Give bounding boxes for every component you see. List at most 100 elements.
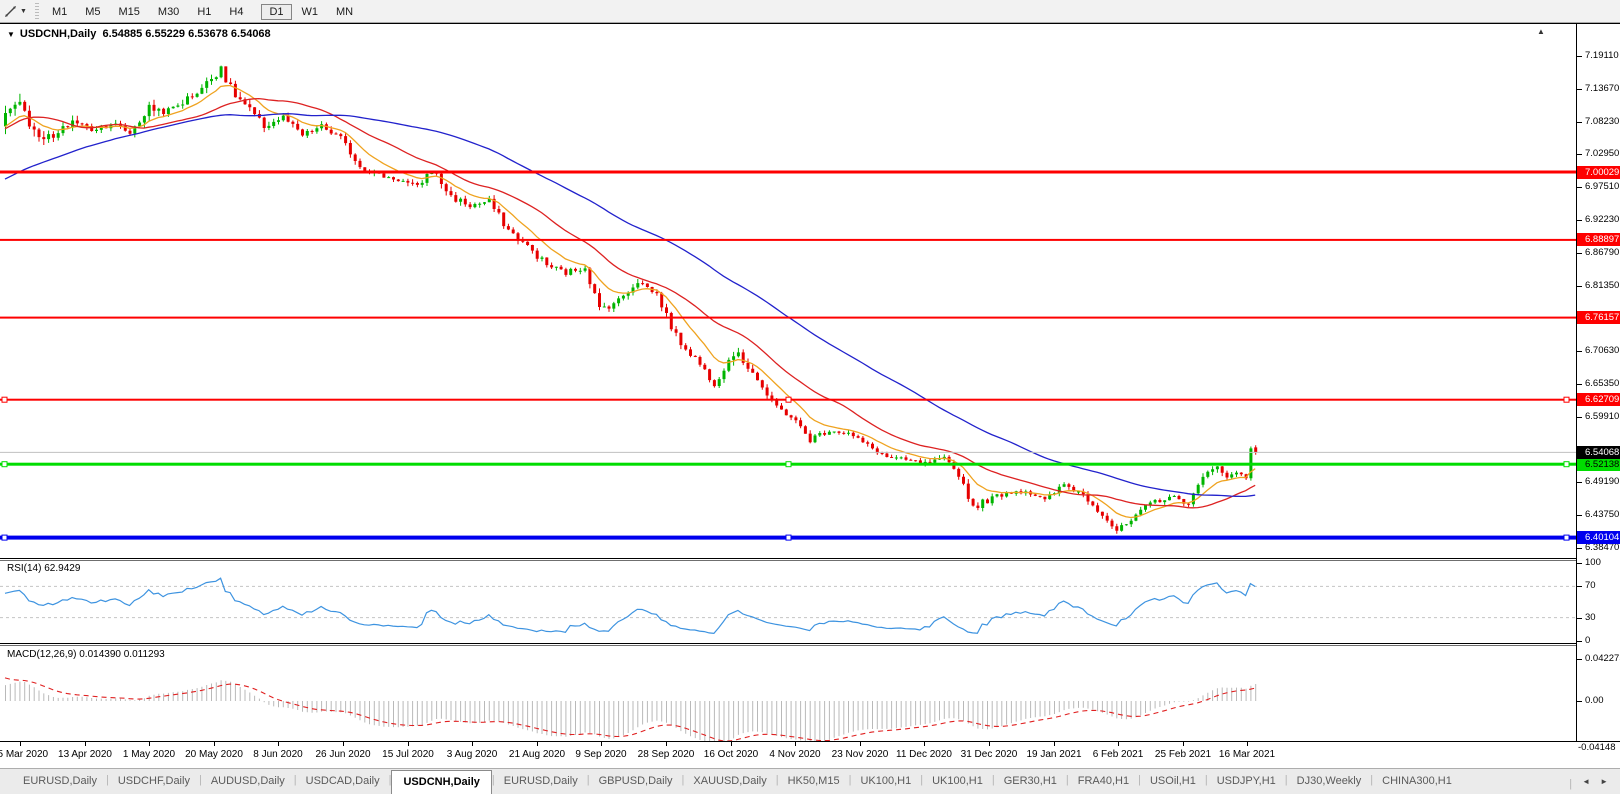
timeframe-button-D1[interactable]: D1 [261,4,292,20]
time-tick [666,742,667,746]
h-line-price-label: 6.62709 [1577,393,1620,406]
price-tick-label: 6.59910 [1577,411,1619,423]
time-tick-label: 25 Mar 2020 [0,749,49,760]
h-line-6.88897[interactable] [0,238,1576,241]
h-line-price-label: 6.76157 [1577,311,1620,324]
tab-scroll-buttons: | ◄ ► [1557,769,1620,794]
time-tick-label: 31 Dec 2020 [960,749,1018,760]
time-tick-label: 25 Feb 2021 [1154,749,1212,760]
time-tick [989,742,990,746]
price-tick-label: 6.97510 [1577,181,1619,193]
time-tick [924,742,925,746]
chart-tab-XAUUSD-Daily[interactable]: XAUUSD,Daily [684,769,775,794]
chart-tab-GBPUSD-Daily[interactable]: GBPUSD,Daily [590,769,682,794]
timeframe-buttons: M1 M5 M15 M30 H1 H4 D1 W1 MN [43,2,362,20]
time-tick [472,742,473,746]
chart-tab-GER30-H1[interactable]: GER30,H1 [995,769,1066,794]
tabs-scroll-left-icon[interactable]: ◄ [1582,777,1590,786]
h-line-price-label: 6.40104 [1577,531,1620,544]
time-tick [343,742,344,746]
chart-tab-EURUSD-Daily[interactable]: EURUSD,Daily [14,769,106,794]
chart-title-caret-icon: ▼ [7,30,15,39]
h-line-handle[interactable] [1563,534,1570,541]
timeframe-button-M30[interactable]: M30 [150,4,187,20]
time-tick [601,742,602,746]
time-tick-label: 19 Jan 2021 [1026,749,1082,760]
chart-tab-USDCHF-Daily[interactable]: USDCHF,Daily [109,769,199,794]
time-tick-label: 11 Dec 2020 [896,749,952,760]
timeframe-button-MN[interactable]: MN [328,4,361,20]
rsi-scale-label: 0 [1577,635,1590,647]
price-tick-label: 6.65350 [1577,378,1619,390]
time-tick [795,742,796,746]
chart-tab-HK50-M15[interactable]: HK50,M15 [779,769,849,794]
time-tick [214,742,215,746]
h-line-handle[interactable] [785,396,792,403]
timeframe-button-M5[interactable]: M5 [77,4,108,20]
chart-title: ▼ USDCNH,Daily 6.54885 6.55229 6.53678 6.… [7,28,271,40]
chart-plot-area[interactable] [0,24,1577,742]
price-tick-label: 7.19110 [1577,50,1619,62]
toolbar-grip[interactable] [34,3,39,19]
chart-tab-CHINA300-H1[interactable]: CHINA300,H1 [1373,769,1461,794]
chart-tab-USDCAD-Daily[interactable]: USDCAD,Daily [297,769,389,794]
time-tick [408,742,409,746]
time-tick-label: 13 Apr 2020 [58,749,112,760]
price-tick-label: 6.81350 [1577,280,1619,292]
mt4-terminal: ▼ M1 M5 M15 M30 H1 H4 D1 W1 MN ▼ USDCNH,Daily 6.5… [0,0,1620,794]
h-line-6.76157[interactable] [0,316,1576,319]
chart-tab-USOil-H1[interactable]: USOil,H1 [1141,769,1205,794]
macd-scale-min-label: -0.04148 [1578,742,1616,753]
time-tick-label: 28 Sep 2020 [637,749,695,760]
time-axis[interactable]: 25 Mar 2020 13 Apr 2020 1 May 2020 20 May 2… [0,741,1620,769]
timeframe-button-W1[interactable]: W1 [294,4,327,20]
time-tick-label: 9 Sep 2020 [575,749,627,760]
timeframe-button-M1[interactable]: M1 [44,4,75,20]
timeframe-button-H1[interactable]: H1 [189,4,219,20]
chart-tab-FRA40-H1[interactable]: FRA40,H1 [1069,769,1138,794]
rsi-scale-label: 70 [1577,580,1596,592]
h-line-handle[interactable] [1,534,8,541]
time-tick [278,742,279,746]
up-candle-wicks [5,65,1252,532]
chart-tabs: EURUSD,Daily | USDCHF,Daily | AUDUSD,Daily | U… [14,769,1461,794]
h-line-price-label: 6.88897 [1577,233,1620,246]
price-tick-label: 6.70630 [1577,345,1619,357]
time-tick-label: 16 Mar 2021 [1218,749,1276,760]
down-candle-bodies [23,66,1258,531]
h-line-handle[interactable] [1563,461,1570,468]
time-tick-label: 4 Nov 2020 [769,749,821,760]
timeframe-toolbar: ▼ M1 M5 M15 M30 H1 H4 D1 W1 MN [0,0,1620,23]
chart-tab-bar: EURUSD,Daily | USDCHF,Daily | AUDUSD,Daily | U… [0,768,1620,794]
timeframe-button-M15[interactable]: M15 [111,4,148,20]
price-tick-label: 7.13670 [1577,83,1619,95]
price-tick-label: 7.02950 [1577,148,1619,160]
time-tick [1118,742,1119,746]
price-tick-label: 7.08230 [1577,116,1619,128]
h-line-handle[interactable] [785,534,792,541]
chart-tab-USDCNH-Daily[interactable]: USDCNH,Daily [391,770,492,794]
chart-tab-DJ30-Weekly[interactable]: DJ30,Weekly [1288,769,1371,794]
timeframe-button-H4[interactable]: H4 [221,4,251,20]
ma-medium-line [4,97,1256,509]
time-tick [1183,742,1184,746]
chart-tab-USDJPY-H1[interactable]: USDJPY,H1 [1208,769,1285,794]
h-line-handle[interactable] [785,461,792,468]
macd-scale-max-label: 0.042275 [1577,653,1620,665]
caret-down-icon: ▼ [20,7,27,15]
chart-tab-EURUSD-Daily[interactable]: EURUSD,Daily [495,769,587,794]
price-tick-label: 6.49190 [1577,476,1619,488]
h-line-handle[interactable] [1563,396,1570,403]
time-tick-label: 23 Nov 2020 [831,749,889,760]
h-line-handle[interactable] [1,461,8,468]
chart-tab-AUDUSD-Daily[interactable]: AUDUSD,Daily [202,769,294,794]
h-line-7.00029[interactable] [0,170,1576,174]
chart-tab-UK100-H1[interactable]: UK100,H1 [851,769,920,794]
h-line-handle[interactable] [1,396,8,403]
chart-tab-UK100-H1[interactable]: UK100,H1 [923,769,992,794]
price-axis[interactable]: 7.19110 7.13670 7.08230 7.02950 6.97510 6.922… [1577,24,1620,742]
cursor-tool-button[interactable]: ▼ [0,1,31,21]
price-tick-label: 6.43750 [1577,509,1619,521]
tabs-scroll-right-icon[interactable]: ► [1600,777,1608,786]
h-line-price-label: 7.00029 [1577,166,1620,179]
